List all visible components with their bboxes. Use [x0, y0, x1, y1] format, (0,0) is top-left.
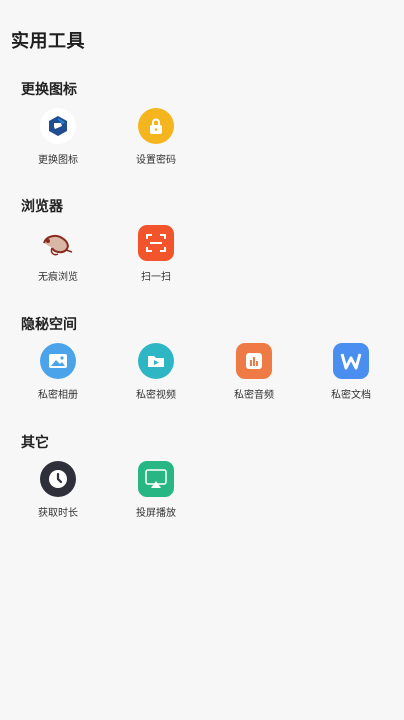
tool-label: 私密相册 [38, 390, 78, 401]
tool-label: 投屏播放 [136, 508, 176, 519]
section-title-browser: 浏览器 [21, 199, 63, 215]
app-logo-icon [40, 108, 76, 144]
utility-tools-page: 实用工具 更换图标 更换图标 设置密码 浏览器 无痕浏览 扫一扫 隐秘空间 私密… [0, 0, 404, 720]
tool-private-document[interactable]: 私密文档 [316, 343, 386, 401]
tool-get-duration[interactable]: 获取时长 [23, 461, 93, 519]
tool-label: 获取时长 [38, 508, 78, 519]
tool-label: 扫一扫 [141, 272, 171, 283]
tool-scan[interactable]: 扫一扫 [121, 225, 191, 283]
tool-change-icon[interactable]: 更换图标 [23, 108, 93, 166]
tool-screen-cast[interactable]: 投屏播放 [121, 461, 191, 519]
tool-label: 设置密码 [136, 155, 176, 166]
tool-label: 无痕浏览 [38, 272, 78, 283]
section-title-private-space: 隐秘空间 [21, 317, 77, 333]
scan-icon [138, 225, 174, 261]
chameleon-icon [40, 225, 76, 261]
tool-set-password[interactable]: 设置密码 [121, 108, 191, 166]
document-icon [333, 343, 369, 379]
page-title: 实用工具 [11, 31, 85, 52]
tool-label: 私密音频 [234, 390, 274, 401]
screen-cast-icon [138, 461, 174, 497]
clock-icon [40, 461, 76, 497]
audio-icon [236, 343, 272, 379]
photo-album-icon [40, 343, 76, 379]
tool-private-video[interactable]: 私密视频 [121, 343, 191, 401]
tool-private-audio[interactable]: 私密音频 [219, 343, 289, 401]
tool-label: 更换图标 [38, 155, 78, 166]
section-title-change-icon: 更换图标 [21, 82, 77, 98]
tool-label: 私密文档 [331, 390, 371, 401]
tool-label: 私密视频 [136, 390, 176, 401]
tool-private-album[interactable]: 私密相册 [23, 343, 93, 401]
section-title-other: 其它 [21, 435, 49, 451]
video-icon [138, 343, 174, 379]
lock-icon [138, 108, 174, 144]
tool-incognito-browsing[interactable]: 无痕浏览 [23, 225, 93, 283]
